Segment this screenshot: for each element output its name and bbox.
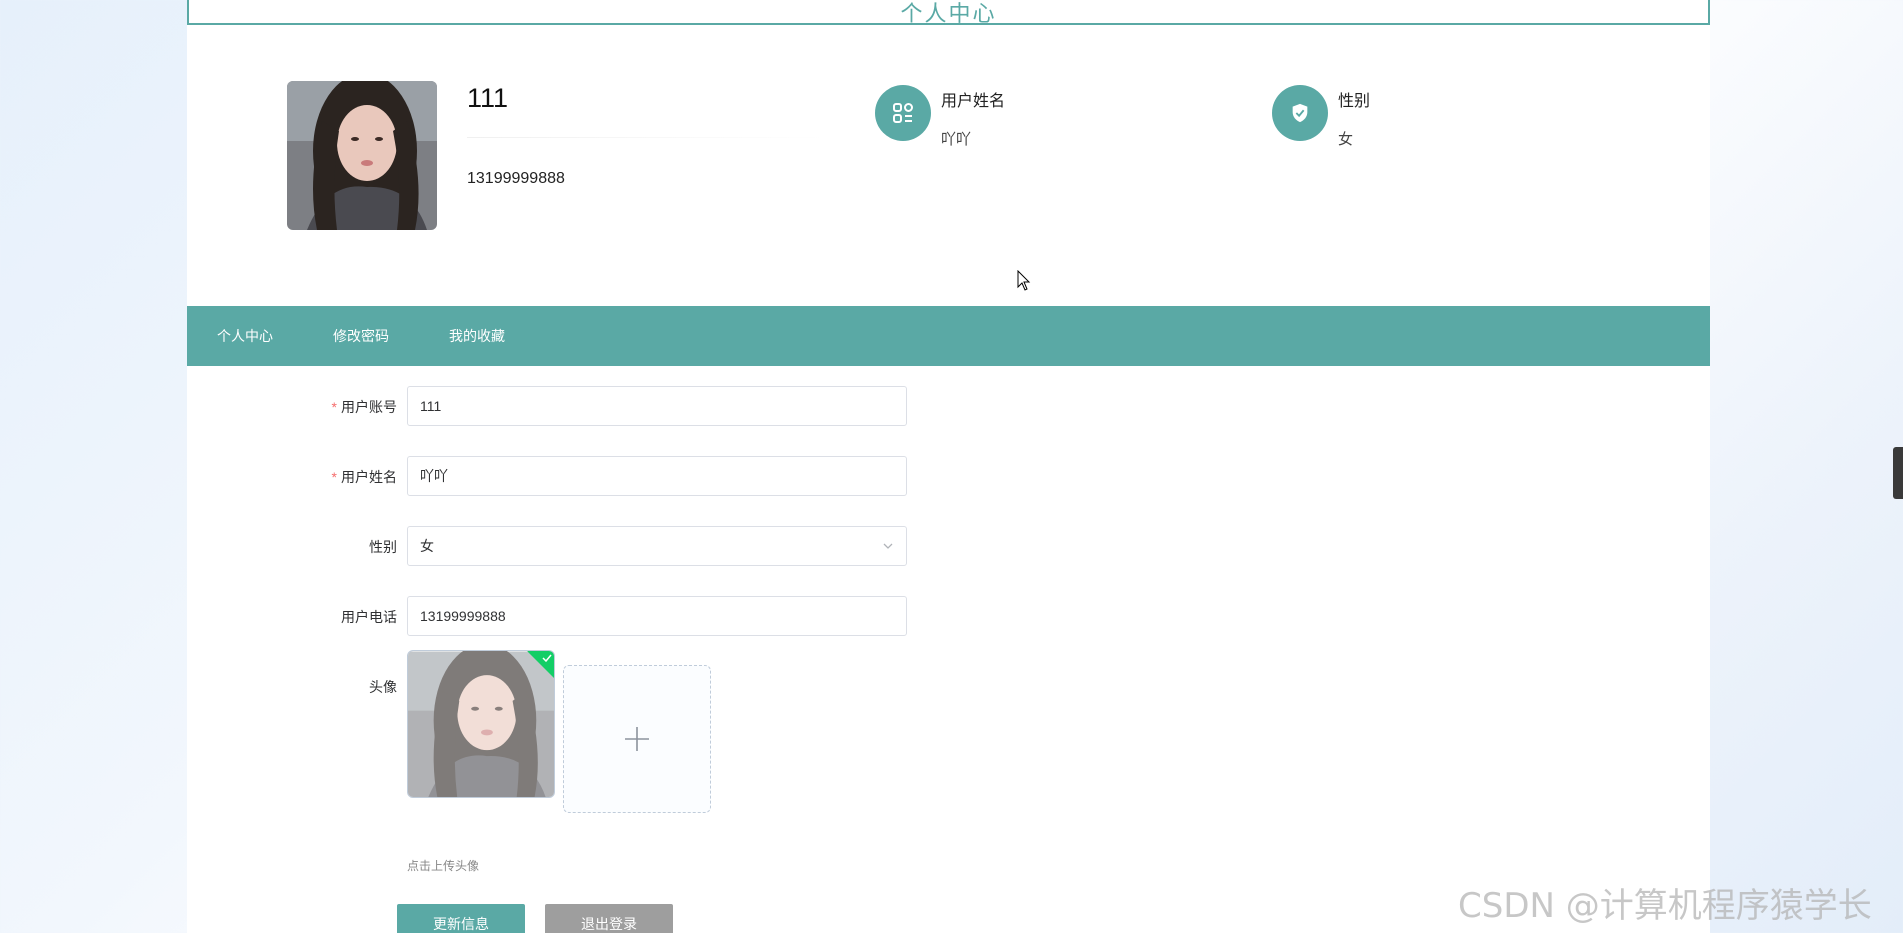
chevron-down-icon (883, 543, 893, 549)
page-title: 个人中心 (900, 1, 997, 26)
plus-icon (625, 727, 649, 751)
mouse-cursor-icon (1017, 270, 1031, 291)
info-value: 吖吖 (941, 131, 972, 148)
name-label: * 用户姓名 (331, 469, 397, 485)
tab-favorites[interactable]: 我的收藏 (449, 306, 505, 366)
gender-label: 性别 (369, 539, 397, 555)
tab-profile[interactable]: 个人中心 (217, 306, 273, 366)
update-info-button[interactable]: 更新信息 (397, 904, 525, 933)
list-grid-icon (875, 85, 931, 141)
check-icon (542, 654, 552, 663)
tab-change-password[interactable]: 修改密码 (333, 306, 389, 366)
avatar-thumbnail-photo (408, 651, 554, 797)
info-label: 用户姓名 (941, 93, 1006, 110)
uploaded-avatar-thumbnail[interactable] (407, 650, 555, 798)
tab-bar: 个人中心 修改密码 我的收藏 (187, 306, 1710, 366)
phone-input[interactable]: 13199999888 (407, 596, 907, 636)
info-value: 女 (1338, 131, 1354, 148)
profile-card: 111 13199999888 用户姓名 吖吖 性别 女 (187, 25, 1710, 287)
required-mark: * (331, 399, 337, 415)
upload-hint: 点击上传头像 (407, 859, 480, 873)
profile-phone: 13199999888 (467, 170, 565, 187)
scrollbar-thumb[interactable] (1893, 447, 1903, 499)
phone-label: 用户电话 (341, 609, 397, 625)
profile-account: 111 (467, 83, 509, 113)
name-input[interactable]: 吖吖 (407, 456, 907, 496)
gender-selected-value: 女 (420, 538, 434, 554)
profile-divider (467, 137, 827, 138)
avatar-label: 头像 (369, 679, 397, 695)
required-mark: * (331, 469, 337, 485)
avatar-photo (287, 81, 437, 230)
gender-select[interactable]: 女 (407, 526, 907, 566)
info-label: 性别 (1338, 93, 1371, 110)
upload-button[interactable] (563, 665, 711, 813)
account-input[interactable]: 111 (407, 386, 907, 426)
watermark: CSDN @计算机程序猿学长 (1458, 886, 1872, 926)
account-label: * 用户账号 (331, 399, 397, 415)
page-title-box: 个人中心 (187, 0, 1710, 26)
shield-check-icon (1272, 85, 1328, 141)
profile-avatar (287, 81, 437, 230)
logout-button[interactable]: 退出登录 (545, 904, 673, 933)
